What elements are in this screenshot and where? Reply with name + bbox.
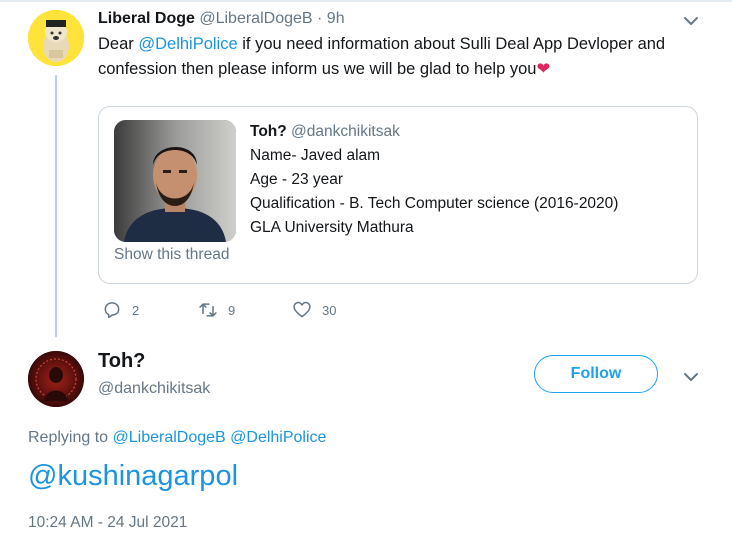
quoted-author-name: Toh?: [250, 123, 287, 140]
separator-dot: ·: [317, 10, 323, 27]
replying-mention-1[interactable]: @LiberalDogeB: [113, 429, 226, 446]
follow-button[interactable]: Follow: [534, 355, 658, 393]
avatar[interactable]: [28, 351, 84, 407]
tweet-menu-button[interactable]: [682, 368, 700, 391]
replying-to: Replying to @LiberalDogeB @DelhiPolice: [28, 429, 326, 447]
replying-prefix: Replying to: [28, 429, 113, 446]
heart-icon: [293, 301, 311, 318]
quoted-line-age: Age - 23 year: [250, 171, 344, 188]
person-photo-icon: [114, 120, 236, 242]
top-divider: [0, 0, 732, 2]
tweet-text-mention[interactable]: @kushinagarpol: [28, 460, 238, 493]
chevron-down-icon: [684, 17, 698, 25]
show-thread-link[interactable]: Show this thread: [114, 246, 229, 264]
author-name[interactable]: Liberal Doge: [98, 10, 195, 27]
chevron-down-icon: [684, 373, 698, 381]
like-count: 30: [322, 302, 337, 318]
quoted-header: Toh? @dankchikitsak: [250, 120, 618, 144]
quoted-line-university: GLA University Mathura: [250, 219, 414, 236]
author-handle[interactable]: @dankchikitsak: [98, 380, 210, 398]
body-prefix: Dear: [98, 35, 139, 53]
quoted-author-handle: @dankchikitsak: [291, 123, 400, 140]
reply-button[interactable]: 2: [102, 300, 139, 320]
tweet-timestamp[interactable]: 10:24 AM - 24 Jul 2021: [28, 514, 187, 532]
quoted-tweet-photo[interactable]: [114, 120, 236, 242]
retweet-button[interactable]: 9: [198, 300, 235, 320]
thread-connector-line: [55, 75, 57, 337]
avatar[interactable]: [28, 10, 84, 66]
retweet-icon: [199, 303, 217, 317]
doge-avatar-icon: [28, 10, 84, 66]
author-handle[interactable]: @LiberalDogeB: [199, 10, 312, 27]
tweet-time[interactable]: 9h: [327, 10, 345, 27]
reply-icon: [104, 302, 120, 319]
heart-emoji: ❤: [536, 60, 551, 78]
mention-link[interactable]: @DelhiPolice: [138, 35, 237, 53]
tweet-text: Dear @DelhiPolice if you need informatio…: [98, 32, 698, 82]
replying-mention-2[interactable]: @DelhiPolice: [230, 429, 326, 446]
quoted-line-name: Name- Javed alam: [250, 147, 381, 164]
retweet-count: 9: [228, 302, 236, 318]
toh-avatar-icon: [28, 351, 84, 407]
quoted-tweet-text: Toh? @dankchikitsak Name- Javed alam Age…: [250, 120, 618, 240]
quoted-line-qualification: Qualification - B. Tech Computer science…: [250, 195, 619, 212]
like-button[interactable]: 30: [292, 300, 336, 320]
author-name[interactable]: Toh?: [98, 350, 145, 373]
reply-count: 2: [132, 302, 140, 318]
tweet-header: Liberal Doge @LiberalDogeB · 9h: [98, 10, 345, 28]
